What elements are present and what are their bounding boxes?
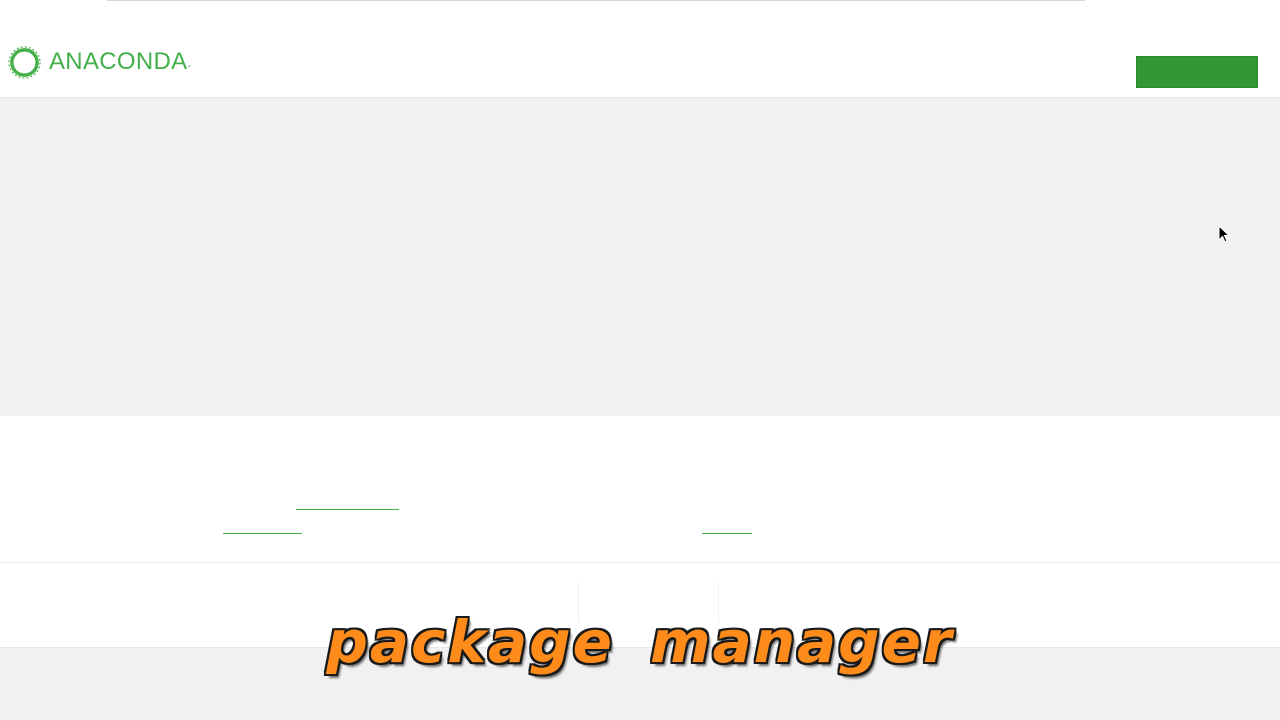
logo-trademark-dot: . (187, 54, 192, 70)
anaconda-logo[interactable]: ANACONDA. (8, 45, 191, 79)
anaconda-ring-icon (8, 45, 41, 79)
content-link-2[interactable] (223, 533, 302, 534)
content-link-1[interactable] (296, 509, 399, 510)
mouse-cursor-icon (1218, 225, 1230, 243)
site-header: ANACONDA. (0, 8, 1280, 98)
download-button[interactable] (1136, 56, 1258, 88)
content-link-3[interactable] (702, 533, 752, 534)
logo-wordmark: ANACONDA (49, 48, 188, 75)
browser-page: ANACONDA. package manager (0, 0, 1280, 720)
content-links-section (0, 416, 1280, 563)
hero-section (0, 98, 1280, 416)
address-bar[interactable] (107, 0, 1085, 1)
video-caption: package manager (326, 608, 954, 676)
